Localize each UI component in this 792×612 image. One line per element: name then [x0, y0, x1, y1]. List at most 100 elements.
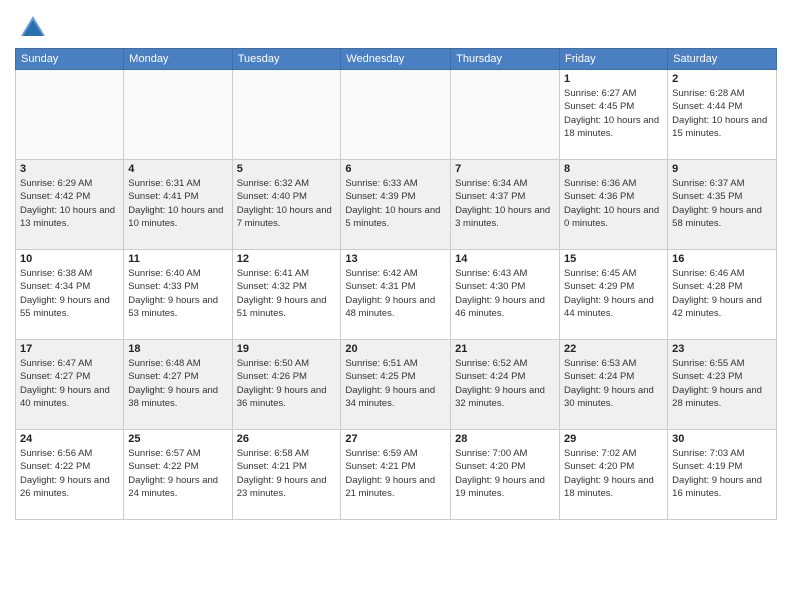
day-info: Sunrise: 6:34 AMSunset: 4:37 PMDaylight:… — [455, 177, 555, 230]
day-number: 8 — [564, 163, 663, 175]
day-info: Sunrise: 7:03 AMSunset: 4:19 PMDaylight:… — [672, 447, 772, 500]
day-number: 15 — [564, 253, 663, 265]
calendar-cell: 13 Sunrise: 6:42 AMSunset: 4:31 PMDayligh… — [341, 250, 451, 340]
day-number: 23 — [672, 343, 772, 355]
day-number: 16 — [672, 253, 772, 265]
day-info: Sunrise: 6:50 AMSunset: 4:26 PMDaylight:… — [237, 357, 337, 410]
calendar-cell: 24 Sunrise: 6:56 AMSunset: 4:22 PMDayligh… — [16, 430, 124, 520]
day-info: Sunrise: 6:31 AMSunset: 4:41 PMDaylight:… — [128, 177, 227, 230]
day-info: Sunrise: 6:47 AMSunset: 4:27 PMDaylight:… — [20, 357, 119, 410]
calendar-cell: 3 Sunrise: 6:29 AMSunset: 4:42 PMDaylight… — [16, 160, 124, 250]
day-info: Sunrise: 6:28 AMSunset: 4:44 PMDaylight:… — [672, 87, 772, 140]
calendar-cell: 7 Sunrise: 6:34 AMSunset: 4:37 PMDaylight… — [451, 160, 560, 250]
calendar-cell: 6 Sunrise: 6:33 AMSunset: 4:39 PMDaylight… — [341, 160, 451, 250]
calendar-cell — [341, 70, 451, 160]
day-info: Sunrise: 6:51 AMSunset: 4:25 PMDaylight:… — [345, 357, 446, 410]
day-number: 30 — [672, 433, 772, 445]
day-info: Sunrise: 6:38 AMSunset: 4:34 PMDaylight:… — [20, 267, 119, 320]
calendar-cell: 17Sunrise: 6:47 AMSunset: 4:27 PMDayligh… — [16, 340, 124, 430]
day-number: 25 — [128, 433, 227, 445]
day-info: Sunrise: 6:48 AMSunset: 4:27 PMDaylight:… — [128, 357, 227, 410]
weekday-wednesday: Wednesday — [341, 49, 451, 70]
calendar-cell: 28 Sunrise: 7:00 AMSunset: 4:20 PMDayligh… — [451, 430, 560, 520]
day-info: Sunrise: 6:27 AMSunset: 4:45 PMDaylight:… — [564, 87, 663, 140]
logo — [15, 14, 47, 42]
calendar-cell: 9Sunrise: 6:37 AMSunset: 4:35 PMDaylight… — [668, 160, 777, 250]
day-info: Sunrise: 6:29 AMSunset: 4:42 PMDaylight:… — [20, 177, 119, 230]
day-number: 4 — [128, 163, 227, 175]
calendar-cell: 15 Sunrise: 6:45 AMSunset: 4:29 PMDayligh… — [560, 250, 668, 340]
day-number: 9 — [672, 163, 772, 175]
week-row-3: 17Sunrise: 6:47 AMSunset: 4:27 PMDayligh… — [16, 340, 777, 430]
day-info: Sunrise: 6:46 AMSunset: 4:28 PMDaylight:… — [672, 267, 772, 320]
week-row-4: 24 Sunrise: 6:56 AMSunset: 4:22 PMDayligh… — [16, 430, 777, 520]
day-number: 12 — [237, 253, 337, 265]
day-number: 1 — [564, 73, 663, 85]
day-info: Sunrise: 6:42 AMSunset: 4:31 PMDaylight:… — [345, 267, 446, 320]
day-number: 7 — [455, 163, 555, 175]
day-info: Sunrise: 7:02 AMSunset: 4:20 PMDaylight:… — [564, 447, 663, 500]
day-number: 21 — [455, 343, 555, 355]
calendar-cell: 11 Sunrise: 6:40 AMSunset: 4:33 PMDayligh… — [124, 250, 232, 340]
day-info: Sunrise: 7:00 AMSunset: 4:20 PMDaylight:… — [455, 447, 555, 500]
day-info: Sunrise: 6:57 AMSunset: 4:22 PMDaylight:… — [128, 447, 227, 500]
weekday-friday: Friday — [560, 49, 668, 70]
page: SundayMondayTuesdayWednesdayThursdayFrid… — [0, 0, 792, 612]
calendar-cell: 22Sunrise: 6:53 AMSunset: 4:24 PMDayligh… — [560, 340, 668, 430]
weekday-monday: Monday — [124, 49, 232, 70]
calendar-cell: 30 Sunrise: 7:03 AMSunset: 4:19 PMDayligh… — [668, 430, 777, 520]
day-info: Sunrise: 6:59 AMSunset: 4:21 PMDaylight:… — [345, 447, 446, 500]
weekday-thursday: Thursday — [451, 49, 560, 70]
day-number: 24 — [20, 433, 119, 445]
weekday-header-row: SundayMondayTuesdayWednesdayThursdayFrid… — [16, 49, 777, 70]
week-row-1: 3 Sunrise: 6:29 AMSunset: 4:42 PMDaylight… — [16, 160, 777, 250]
day-number: 18 — [128, 343, 227, 355]
calendar-cell: 5 Sunrise: 6:32 AMSunset: 4:40 PMDaylight… — [232, 160, 341, 250]
day-number: 20 — [345, 343, 446, 355]
calendar-cell: 4 Sunrise: 6:31 AMSunset: 4:41 PMDaylight… — [124, 160, 232, 250]
calendar-cell: 21Sunrise: 6:52 AMSunset: 4:24 PMDayligh… — [451, 340, 560, 430]
day-info: Sunrise: 6:56 AMSunset: 4:22 PMDaylight:… — [20, 447, 119, 500]
calendar-cell — [451, 70, 560, 160]
day-info: Sunrise: 6:36 AMSunset: 4:36 PMDaylight:… — [564, 177, 663, 230]
day-number: 6 — [345, 163, 446, 175]
day-number: 11 — [128, 253, 227, 265]
day-number: 28 — [455, 433, 555, 445]
day-info: Sunrise: 6:32 AMSunset: 4:40 PMDaylight:… — [237, 177, 337, 230]
day-info: Sunrise: 6:41 AMSunset: 4:32 PMDaylight:… — [237, 267, 337, 320]
day-number: 5 — [237, 163, 337, 175]
day-info: Sunrise: 6:53 AMSunset: 4:24 PMDaylight:… — [564, 357, 663, 410]
calendar-cell: 12 Sunrise: 6:41 AMSunset: 4:32 PMDayligh… — [232, 250, 341, 340]
day-info: Sunrise: 6:45 AMSunset: 4:29 PMDaylight:… — [564, 267, 663, 320]
day-info: Sunrise: 6:55 AMSunset: 4:23 PMDaylight:… — [672, 357, 772, 410]
weekday-sunday: Sunday — [16, 49, 124, 70]
calendar-cell: 1 Sunrise: 6:27 AMSunset: 4:45 PMDaylight… — [560, 70, 668, 160]
calendar-cell: 29Sunrise: 7:02 AMSunset: 4:20 PMDayligh… — [560, 430, 668, 520]
day-info: Sunrise: 6:43 AMSunset: 4:30 PMDaylight:… — [455, 267, 555, 320]
logo-icon — [19, 14, 47, 42]
day-number: 13 — [345, 253, 446, 265]
calendar-cell: 26 Sunrise: 6:58 AMSunset: 4:21 PMDayligh… — [232, 430, 341, 520]
day-info: Sunrise: 6:33 AMSunset: 4:39 PMDaylight:… — [345, 177, 446, 230]
day-number: 26 — [237, 433, 337, 445]
week-row-0: 1 Sunrise: 6:27 AMSunset: 4:45 PMDaylight… — [16, 70, 777, 160]
calendar-cell: 14 Sunrise: 6:43 AMSunset: 4:30 PMDayligh… — [451, 250, 560, 340]
day-info: Sunrise: 6:58 AMSunset: 4:21 PMDaylight:… — [237, 447, 337, 500]
weekday-saturday: Saturday — [668, 49, 777, 70]
day-number: 14 — [455, 253, 555, 265]
calendar-cell: 10Sunrise: 6:38 AMSunset: 4:34 PMDayligh… — [16, 250, 124, 340]
calendar-cell: 27 Sunrise: 6:59 AMSunset: 4:21 PMDayligh… — [341, 430, 451, 520]
day-number: 19 — [237, 343, 337, 355]
day-number: 3 — [20, 163, 119, 175]
calendar-cell: 25 Sunrise: 6:57 AMSunset: 4:22 PMDayligh… — [124, 430, 232, 520]
calendar-cell: 20 Sunrise: 6:51 AMSunset: 4:25 PMDayligh… — [341, 340, 451, 430]
calendar-cell — [16, 70, 124, 160]
day-info: Sunrise: 6:40 AMSunset: 4:33 PMDaylight:… — [128, 267, 227, 320]
day-number: 2 — [672, 73, 772, 85]
calendar-cell: 19 Sunrise: 6:50 AMSunset: 4:26 PMDayligh… — [232, 340, 341, 430]
calendar-cell: 8 Sunrise: 6:36 AMSunset: 4:36 PMDaylight… — [560, 160, 668, 250]
week-row-2: 10Sunrise: 6:38 AMSunset: 4:34 PMDayligh… — [16, 250, 777, 340]
calendar-cell: 16 Sunrise: 6:46 AMSunset: 4:28 PMDayligh… — [668, 250, 777, 340]
day-number: 27 — [345, 433, 446, 445]
calendar-cell — [124, 70, 232, 160]
